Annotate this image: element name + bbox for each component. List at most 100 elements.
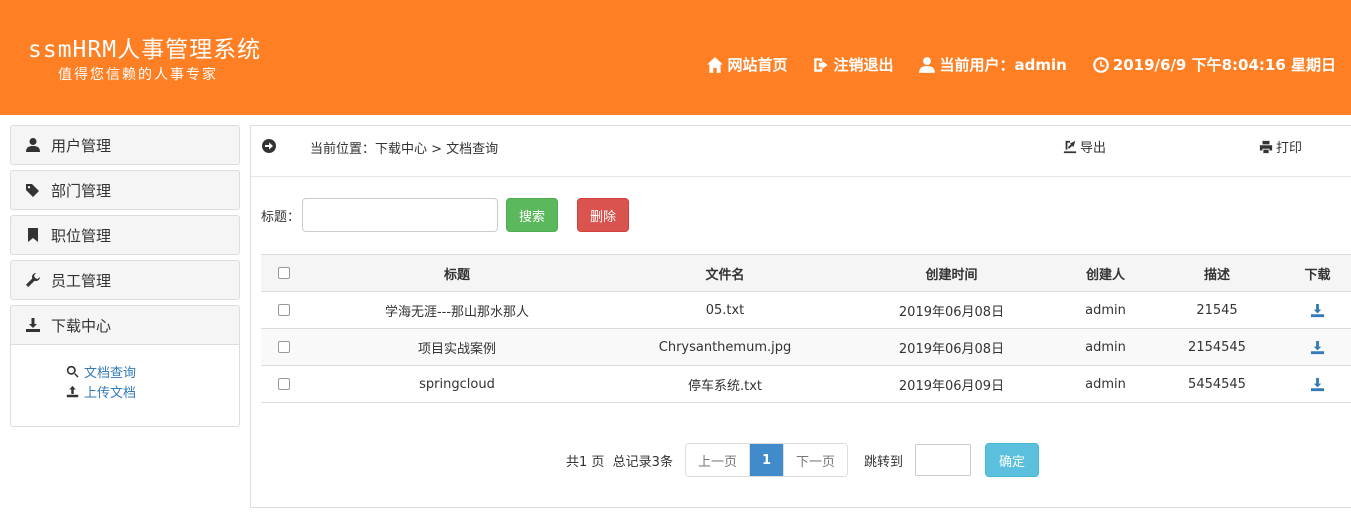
breadcrumb-bar: 当前位置：下载中心 > 文档查询 导出 打印 <box>251 126 1351 177</box>
title-search-input[interactable] <box>302 198 499 232</box>
clock-icon <box>1092 56 1109 73</box>
app-title: ssmHRM人事管理系统 <box>28 37 262 63</box>
cell-description: 5454545 <box>1151 365 1283 403</box>
col-title: 标题 <box>307 254 607 292</box>
table-row: 项目实战案例 Chrysanthemum.jpg 2019年06月08日 adm… <box>261 328 1351 366</box>
top-nav: 网站首页 注销退出 当前用户：admin 2019/6/9 下午8:04:16 … <box>706 54 1336 75</box>
download-cell <box>1283 365 1351 403</box>
sidebar-item-label: 下载中心 <box>51 316 112 335</box>
upload-icon <box>66 385 79 397</box>
pagination: 共1 页 总记录3条 上一页 1 下一页 跳转到 确定 <box>566 443 1040 477</box>
title-search-label: 标题： <box>261 209 301 225</box>
confirm-jump-button[interactable]: 确定 <box>985 443 1040 477</box>
page-buttons: 上一页 1 下一页 <box>684 443 849 477</box>
sidebar-item-user-mgmt[interactable]: 用户管理 <box>10 125 240 165</box>
sidebar-subitem-doc-query[interactable]: 文档查询 <box>66 361 239 381</box>
cell-title: 项目实战案例 <box>307 328 607 366</box>
datetime-label: 2019/6/9 下午8:04:16 星期日 <box>1112 56 1336 74</box>
wrench-icon <box>26 273 40 287</box>
cell-filename: 停车系统.txt <box>607 365 843 403</box>
user-icon <box>919 56 936 73</box>
current-user: 当前用户：admin <box>918 54 1067 75</box>
cell-creator: admin <box>1060 291 1151 329</box>
col-filename: 文件名 <box>607 254 843 292</box>
document-table: 标题 文件名 创建时间 创建人 描述 下载 学海无涯---那山那水那人 05.t… <box>261 254 1351 403</box>
export-icon <box>1063 140 1077 153</box>
current-page-button[interactable]: 1 <box>749 444 785 476</box>
current-user-label: 当前用户：admin <box>939 56 1067 74</box>
sidebar-item-position-mgmt[interactable]: 职位管理 <box>10 215 240 255</box>
cell-filename: 05.txt <box>607 291 843 329</box>
delete-button[interactable]: 删除 <box>577 198 630 232</box>
cell-title: springcloud <box>307 365 607 403</box>
table-row: 学海无涯---那山那水那人 05.txt 2019年06月08日 admin 2… <box>261 291 1351 329</box>
export-label: 导出 <box>1080 141 1107 156</box>
sidebar-item-download-center[interactable]: 下载中心 <box>10 305 240 345</box>
sidebar: 用户管理 部门管理 职位管理 员工管理 下载中心 文档查询 上传文档 <box>10 125 240 427</box>
next-page-button[interactable]: 下一页 <box>784 444 848 476</box>
pagination-info: 共1 页 总记录3条 <box>566 454 673 470</box>
sidebar-item-label: 用户管理 <box>51 136 112 155</box>
select-all-cell <box>261 254 307 292</box>
home-icon <box>707 56 724 73</box>
tags-icon <box>26 184 39 197</box>
download-cell <box>1283 328 1351 366</box>
row-checkbox[interactable] <box>278 304 290 316</box>
app-subtitle: 值得您信赖的人事专家 <box>58 67 218 83</box>
print-icon <box>1259 140 1273 153</box>
cell-filename: Chrysanthemum.jpg <box>607 328 843 366</box>
arrow-circle-right-icon <box>262 139 276 153</box>
cell-created-time: 2019年06月09日 <box>843 365 1060 403</box>
col-description: 描述 <box>1151 254 1283 292</box>
print-label: 打印 <box>1276 141 1303 156</box>
nav-home-link[interactable]: 网站首页 <box>706 54 787 75</box>
jump-to-label: 跳转到 <box>864 454 904 470</box>
cell-description: 21545 <box>1151 291 1283 329</box>
sidebar-subitem-label: 文档查询 <box>84 365 137 381</box>
breadcrumb: 当前位置：下载中心 > 文档查询 <box>310 142 499 157</box>
sidebar-item-dept-mgmt[interactable]: 部门管理 <box>10 170 240 210</box>
sidebar-item-label: 部门管理 <box>51 181 112 200</box>
search-row: 标题： 搜索 删除 <box>261 198 630 232</box>
row-checkbox-cell <box>261 291 307 329</box>
nav-logout-link[interactable]: 注销退出 <box>812 54 893 75</box>
nav-home-label: 网站首页 <box>727 56 788 74</box>
table-row: springcloud 停车系统.txt 2019年06月09日 admin 5… <box>261 365 1351 403</box>
row-checkbox[interactable] <box>278 341 290 353</box>
col-created-time: 创建时间 <box>843 254 1060 292</box>
prev-page-button[interactable]: 上一页 <box>685 444 750 476</box>
search-icon <box>66 365 79 378</box>
col-download: 下载 <box>1283 254 1351 292</box>
main-panel: 当前位置：下载中心 > 文档查询 导出 打印 标题： 搜索 删除 标题 文件名 … <box>250 125 1351 508</box>
cell-created-time: 2019年06月08日 <box>843 328 1060 366</box>
cell-title: 学海无涯---那山那水那人 <box>307 291 607 329</box>
sidebar-item-label: 职位管理 <box>51 226 112 245</box>
cell-created-time: 2019年06月08日 <box>843 291 1060 329</box>
print-button[interactable]: 打印 <box>1259 137 1302 156</box>
export-button[interactable]: 导出 <box>1063 137 1106 156</box>
sidebar-submenu: 文档查询 上传文档 <box>10 345 240 427</box>
row-checkbox-cell <box>261 365 307 403</box>
sidebar-item-label: 员工管理 <box>51 271 112 290</box>
search-button[interactable]: 搜索 <box>506 198 559 232</box>
download-icon[interactable] <box>1310 340 1325 355</box>
nav-logout-label: 注销退出 <box>833 56 894 74</box>
header: ssmHRM人事管理系统 值得您信赖的人事专家 网站首页 注销退出 当前用户：a… <box>0 0 1351 115</box>
clock: 2019/6/9 下午8:04:16 星期日 <box>1092 54 1336 75</box>
download-cell <box>1283 291 1351 329</box>
select-all-checkbox[interactable] <box>278 267 290 279</box>
sidebar-item-employee-mgmt[interactable]: 员工管理 <box>10 260 240 300</box>
cell-creator: admin <box>1060 365 1151 403</box>
cell-description: 2154545 <box>1151 328 1283 366</box>
bookmark-icon <box>28 228 38 242</box>
sidebar-subitem-label: 上传文档 <box>84 385 137 401</box>
logout-icon <box>814 57 829 72</box>
jump-page-input[interactable] <box>915 444 972 476</box>
user-icon <box>26 138 40 152</box>
cell-creator: admin <box>1060 328 1151 366</box>
row-checkbox[interactable] <box>278 378 290 390</box>
sidebar-subitem-upload-doc[interactable]: 上传文档 <box>66 381 239 401</box>
download-icon[interactable] <box>1310 303 1325 318</box>
download-icon[interactable] <box>1310 377 1325 392</box>
download-icon <box>26 318 40 332</box>
